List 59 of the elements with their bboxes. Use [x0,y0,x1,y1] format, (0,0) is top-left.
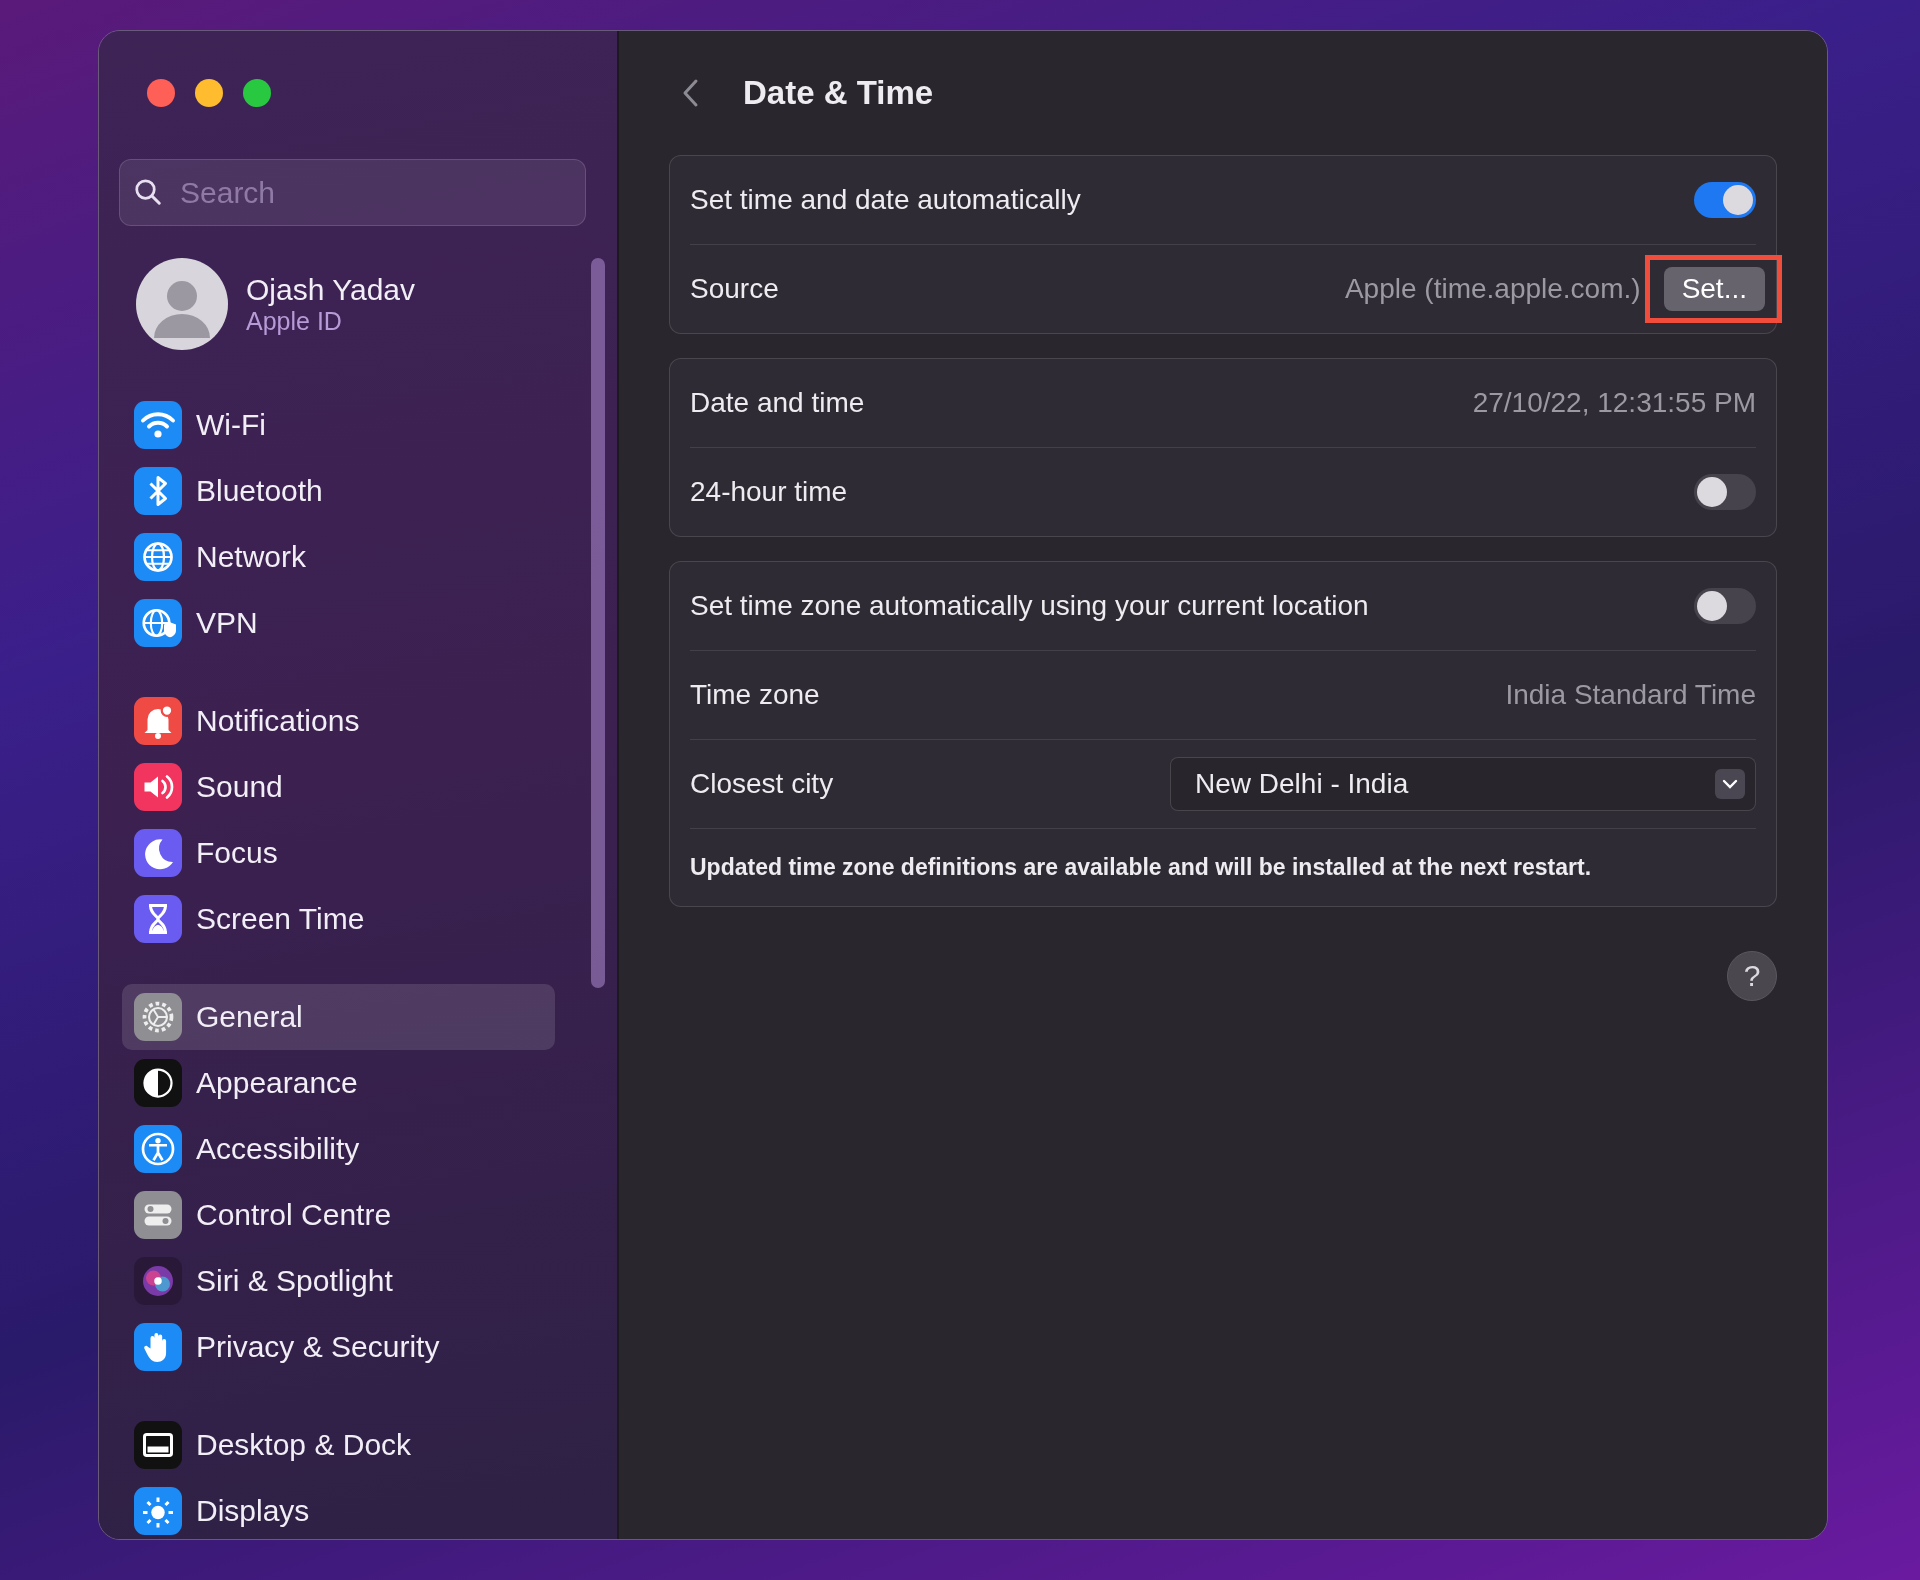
row-value: Apple (time.apple.com.) [1344,273,1641,305]
toggle-switch[interactable] [1694,588,1756,624]
sidebar-item[interactable]: VPN [122,590,555,656]
sidebar-item[interactable]: General [122,984,555,1050]
wifi-icon [134,401,182,449]
bell-icon [134,697,182,745]
set-button[interactable]: Set... [1663,267,1765,311]
avatar-silhouette-icon[interactable] [136,258,228,350]
globe-icon [134,533,182,581]
sidebar-item[interactable]: Sound [122,754,555,820]
sidebar-item[interactable]: Network [122,524,555,590]
row-label: Source [690,273,779,305]
bluetooth-icon [134,467,182,515]
toggle-switch[interactable] [1694,474,1756,510]
switches-icon [134,1191,182,1239]
sidebar-item[interactable]: Notifications [122,688,555,754]
city-dropdown[interactable]: New Delhi - India [1170,757,1756,811]
window-title: Date & Time [743,74,934,112]
sidebar-item[interactable]: Wi-Fi [122,392,555,458]
row-label: Closest city [690,768,834,800]
profile-name[interactable]: Ojash Yadav [246,272,415,307]
scrollbar[interactable] [591,258,605,988]
search-icon [133,177,163,207]
orb-icon [134,1257,182,1305]
help-button[interactable]: ? [1727,951,1777,1002]
gear-icon [134,993,182,1041]
row-label: Time zone [690,679,820,711]
row-label: Date and time [690,387,865,419]
row-label: Set time zone automatically using your current location [690,590,1369,622]
minimize-button[interactable] [195,79,223,107]
toggle-switch[interactable] [1694,182,1756,218]
sidebar-item[interactable]: Control Centre [122,1182,555,1248]
monitor-icon [134,1421,182,1469]
sidebar-item[interactable]: Accessibility [122,1116,555,1182]
caret-icon [1715,769,1745,799]
zoom-button[interactable] [243,79,271,107]
sidebar-item[interactable]: Screen Time [122,886,555,952]
sidebar-item[interactable]: Bluetooth [122,458,555,524]
sidebar-item[interactable]: Appearance [122,1050,555,1116]
sun-icon [134,1487,182,1535]
note-text: Updated time zone definitions are available and will be installed at the next restart. [690,853,1592,882]
row-label: Set time and date automatically [690,184,1081,216]
profile-subtitle[interactable]: Apple ID [246,306,415,336]
sidebar-item[interactable]: Desktop & Dock [122,1412,555,1478]
sidebar-item[interactable]: Privacy & Security [122,1314,555,1380]
speaker-icon [134,763,182,811]
person-icon [134,1125,182,1173]
hand-icon [134,1323,182,1371]
row-value: India Standard Time [1505,679,1756,711]
moon-icon [134,829,182,877]
row-label: 24-hour time [690,476,848,508]
close-button[interactable] [147,79,175,107]
hourglass-icon [134,895,182,943]
sidebar-item[interactable]: Siri & Spotlight [122,1248,555,1314]
contrast-icon [134,1059,182,1107]
globe-shield-icon [134,599,182,647]
sidebar-item[interactable]: Displays [122,1478,555,1539]
row-value: 27/10/22, 12:31:55 PM [1472,387,1756,419]
sidebar-item[interactable]: Focus [122,820,555,886]
